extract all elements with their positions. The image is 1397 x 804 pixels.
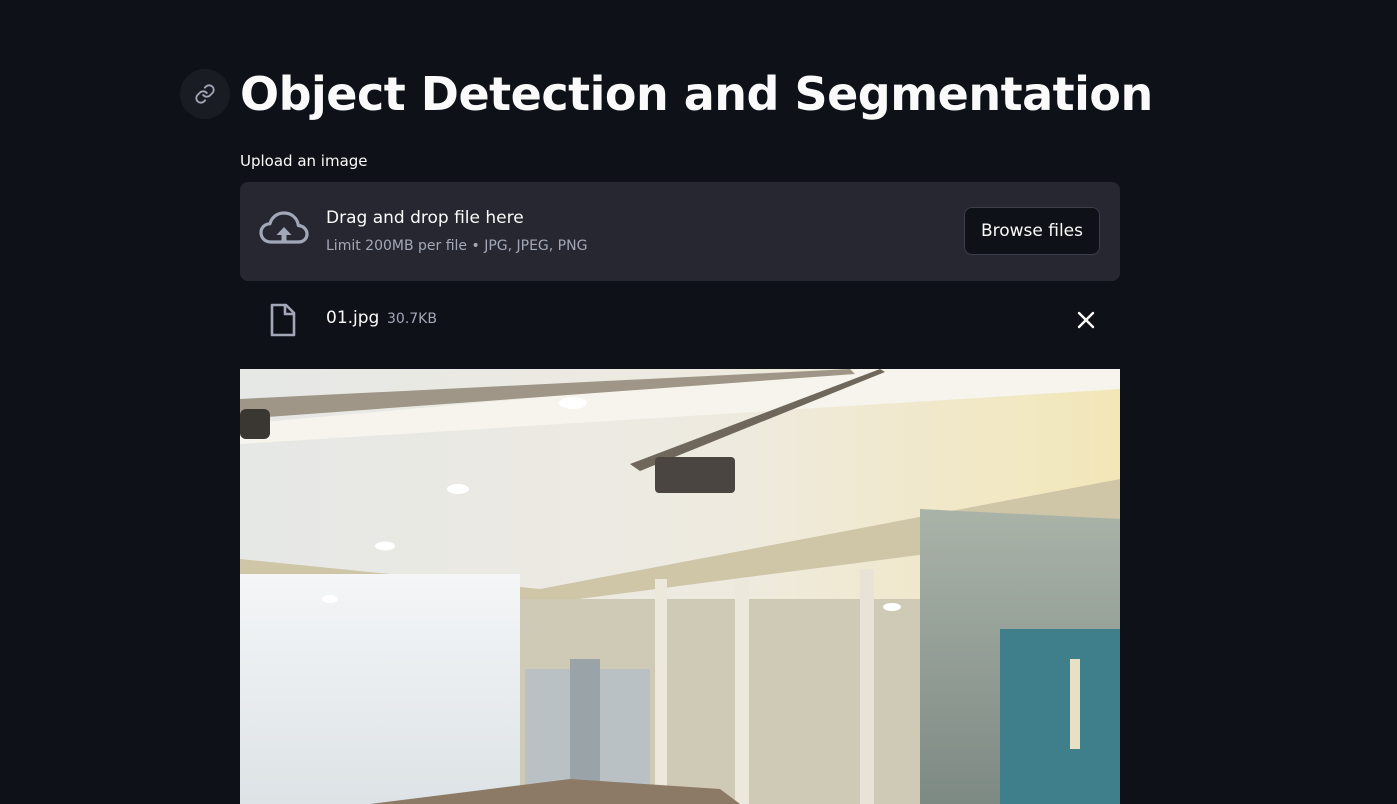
file-icon	[270, 303, 296, 337]
uploaded-image-preview	[240, 369, 1120, 804]
browse-files-button[interactable]: Browse files	[963, 207, 1100, 255]
file-size: 30.7KB	[387, 311, 437, 327]
title-row: Object Detection and Segmentation	[180, 62, 1153, 126]
file-dropzone[interactable]: Drag and drop file here Limit 200MB per …	[240, 182, 1120, 281]
cloud-upload-icon	[259, 211, 309, 244]
close-icon	[1077, 311, 1095, 329]
link-icon	[195, 84, 215, 104]
uploaded-file-row: 01.jpg 30.7KB	[240, 296, 1120, 344]
remove-file-button[interactable]	[1072, 306, 1100, 334]
anchor-link-button[interactable]	[180, 69, 230, 119]
page-title: Object Detection and Segmentation	[240, 67, 1153, 121]
file-name: 01.jpg	[326, 308, 380, 328]
dropzone-title: Drag and drop file here	[326, 208, 524, 228]
dropzone-limits: Limit 200MB per file • JPG, JPEG, PNG	[326, 238, 588, 254]
upload-label: Upload an image	[240, 152, 368, 170]
preview-image	[240, 369, 1120, 804]
dropzone-instructions: Drag and drop file here Limit 200MB per …	[326, 206, 587, 256]
